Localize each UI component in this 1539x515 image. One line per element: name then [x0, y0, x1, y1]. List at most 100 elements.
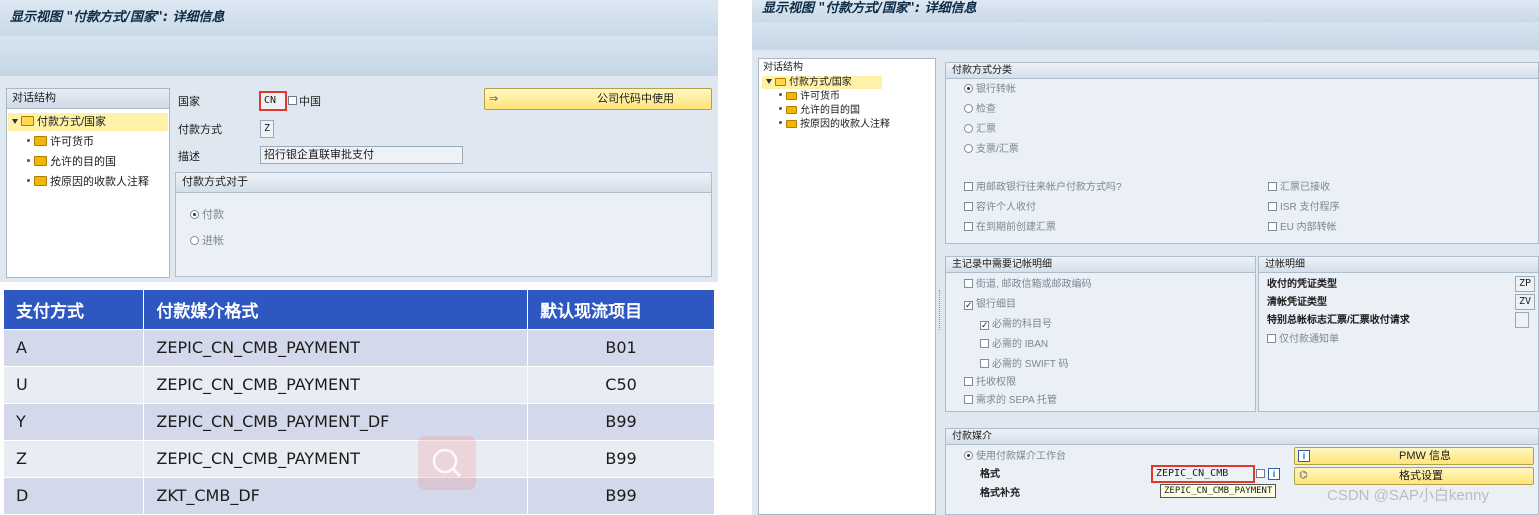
- tree-item-payment-method-country[interactable]: 付款方式/国家: [762, 76, 882, 89]
- checkbox-iban-required[interactable]: 必需的 IBAN: [980, 337, 1048, 353]
- tree-item-permitted-currencies[interactable]: 许可货币: [27, 133, 94, 151]
- folder-icon: [34, 176, 47, 186]
- checkbox-bank-details[interactable]: ✓ 银行细目: [964, 297, 1016, 313]
- special-gl-label: 特别总帐标志汇票/汇票收付请求: [1267, 315, 1410, 326]
- checkbox-label: 容许个人收付: [976, 202, 1036, 213]
- tree-item-label: 按原因的收款人注释: [800, 119, 890, 130]
- folder-icon: [34, 136, 47, 146]
- checkbox-empty-icon: [964, 222, 973, 231]
- tree-item-permitted-currencies[interactable]: 许可货币: [779, 90, 840, 103]
- radio-check[interactable]: 检查: [964, 102, 996, 118]
- col-header-cashflow-item: 默认现流项目: [527, 290, 715, 329]
- pmw-info-button[interactable]: i PMW 信息: [1294, 447, 1534, 465]
- expand-arrow-icon[interactable]: [766, 79, 772, 84]
- radio-label: 进帐: [202, 235, 224, 247]
- checkbox-isr-procedure[interactable]: ISR 支付程序: [1268, 200, 1339, 216]
- tree-item-payee-notes-by-reason[interactable]: 按原因的收款人注释: [27, 173, 149, 191]
- tree-item-payee-notes-by-reason[interactable]: 按原因的收款人注释: [779, 118, 890, 131]
- radio-label: 使用付款媒介工作台: [976, 451, 1066, 462]
- bullet-icon: [779, 121, 782, 124]
- tree-item-label: 允许的目的国: [50, 156, 116, 168]
- payment-classification-header: 付款方式分类: [946, 63, 1538, 79]
- pmw-info-label: PMW 信息: [1399, 450, 1451, 462]
- magnifier-icon: [432, 448, 462, 478]
- radio-selected-icon: [964, 451, 973, 460]
- clearing-doc-type-label: 清帐凭证类型: [1267, 297, 1327, 308]
- description-field[interactable]: 招行银企直联审批支付: [260, 146, 463, 164]
- checkbox-postal-giro[interactable]: 用邮政银行往来帐户付款方式吗?: [964, 180, 1122, 196]
- radio-label: 付款: [202, 209, 224, 221]
- format-settings-button[interactable]: ⌬ 格式设置: [1294, 467, 1534, 485]
- checkbox-personal-payment[interactable]: 容许个人收付: [964, 200, 1036, 216]
- checkbox-checked-icon: ✓: [980, 320, 989, 330]
- country-label: 国家: [178, 96, 200, 108]
- tree-item-permitted-destination-countries[interactable]: 允许的目的国: [27, 153, 116, 171]
- cell-cashflow-item: B01: [527, 328, 715, 366]
- watermark: CSDN @SAP小白kenny: [1327, 487, 1489, 504]
- radio-outgoing-payment[interactable]: 付款: [190, 207, 224, 223]
- tree-item-payment-method-country[interactable]: 付款方式/国家: [8, 113, 168, 131]
- doc-type-field[interactable]: ZP: [1515, 276, 1535, 292]
- cell-payment-method: D: [4, 476, 145, 514]
- match-help-icon[interactable]: [288, 96, 297, 105]
- checkbox-bill-received[interactable]: 汇票已接收: [1268, 180, 1330, 196]
- dialog-structure-header: 对话结构: [7, 89, 169, 109]
- tree-item-label: 按原因的收款人注释: [50, 176, 149, 188]
- checkbox-empty-icon: [964, 377, 973, 386]
- checkbox-label: EU 内部转帐: [1280, 222, 1337, 233]
- format-match-help-icon[interactable]: [1256, 469, 1265, 478]
- tree-item-label: 许可货币: [50, 136, 94, 148]
- payment-medium-header: 付款媒介: [946, 429, 1538, 445]
- checkbox-label: 必需的 IBAN: [992, 339, 1049, 350]
- master-record-details-header: 主记录中需要记帐明细: [946, 257, 1255, 273]
- radio-bank-transfer[interactable]: 银行转帐: [964, 82, 1016, 98]
- format-settings-label: 格式设置: [1399, 470, 1443, 482]
- posting-details-group: 过帐明细 收付的凭证类型 ZP 清帐凭证类型 ZV 特别总帐标志汇票/汇票收付请…: [1258, 256, 1539, 412]
- cell-payment-method: A: [4, 328, 145, 366]
- checkbox-swift-required[interactable]: 必需的 SWIFT 码: [980, 357, 1068, 373]
- left-dialog-structure-pane: 对话结构 付款方式/国家 许可货币 允许的目的国 按原因的收款人注释: [6, 88, 170, 278]
- checkbox-payment-advice-only[interactable]: 仅付款通知单: [1267, 332, 1339, 348]
- checkbox-label: 需求的 SEPA 托管: [976, 395, 1057, 406]
- left-window-title: 显示视图 "付款方式/国家": 详细信息: [0, 0, 718, 36]
- tree-item-permitted-destination-countries[interactable]: 允许的目的国: [779, 104, 860, 117]
- checkbox-account-number-required[interactable]: ✓ 必需的科目号: [980, 317, 1052, 333]
- expand-arrow-icon[interactable]: [12, 119, 18, 124]
- checkbox-label: ISR 支付程序: [1280, 202, 1340, 213]
- radio-incoming-payment[interactable]: 进帐: [190, 233, 224, 249]
- radio-bill-of-exchange[interactable]: 汇票: [964, 122, 996, 138]
- checkbox-eu-internal-transfer[interactable]: EU 内部转帐: [1268, 220, 1337, 236]
- checkbox-empty-icon: [964, 395, 973, 404]
- checkbox-label: 必需的 SWIFT 码: [992, 359, 1069, 370]
- splitter-handle[interactable]: [939, 290, 942, 330]
- search-overlay-icon: [418, 436, 476, 490]
- info-icon: i: [1298, 450, 1310, 462]
- special-gl-field[interactable]: [1515, 312, 1529, 328]
- format-supplement-label: 格式补充: [980, 488, 1020, 499]
- checkbox-sepa-mandate[interactable]: 需求的 SEPA 托管: [964, 393, 1057, 409]
- left-sap-window: 显示视图 "付款方式/国家": 详细信息 对话结构 付款方式/国家 许可货币 允…: [0, 0, 718, 282]
- checkbox-checked-icon: ✓: [964, 300, 973, 310]
- format-field[interactable]: ZEPIC_CN_CMB: [1151, 465, 1255, 483]
- right-toolbar: [752, 22, 1539, 50]
- radio-use-pmw[interactable]: 使用付款媒介工作台: [964, 449, 1066, 465]
- payment-method-field[interactable]: Z: [260, 120, 274, 138]
- company-code-usage-button[interactable]: ⇒ 公司代码中使用: [484, 88, 712, 110]
- cell-cashflow-item: C50: [527, 365, 715, 403]
- folder-open-icon: [775, 78, 786, 86]
- checkbox-label: 银行细目: [976, 299, 1016, 310]
- table-row: Y ZEPIC_CN_CMB_PAYMENT_DF B99: [4, 402, 715, 440]
- format-label: 格式: [980, 469, 1000, 480]
- table-header-row: 支付方式 付款媒介格式 默认现流项目: [4, 290, 715, 329]
- checkbox-street-po-box[interactable]: 街道, 邮政信箱或邮政编码: [964, 277, 1092, 293]
- checkbox-bill-before-due[interactable]: 在到期前创建汇票: [964, 220, 1056, 236]
- format-tooltip: ZEPIC_CN_CMB_PAYMENT: [1160, 484, 1277, 498]
- folder-icon: [786, 106, 797, 114]
- radio-check-bill[interactable]: 支票/汇票: [964, 142, 1019, 158]
- bullet-icon: [779, 107, 782, 110]
- checkbox-collection-authorization[interactable]: 托收权限: [964, 375, 1016, 391]
- format-info-icon[interactable]: i: [1268, 468, 1280, 480]
- country-field[interactable]: CN: [259, 91, 287, 111]
- clearing-doc-type-field[interactable]: ZV: [1515, 294, 1535, 310]
- checkbox-label: 街道, 邮政信箱或邮政编码: [976, 279, 1092, 290]
